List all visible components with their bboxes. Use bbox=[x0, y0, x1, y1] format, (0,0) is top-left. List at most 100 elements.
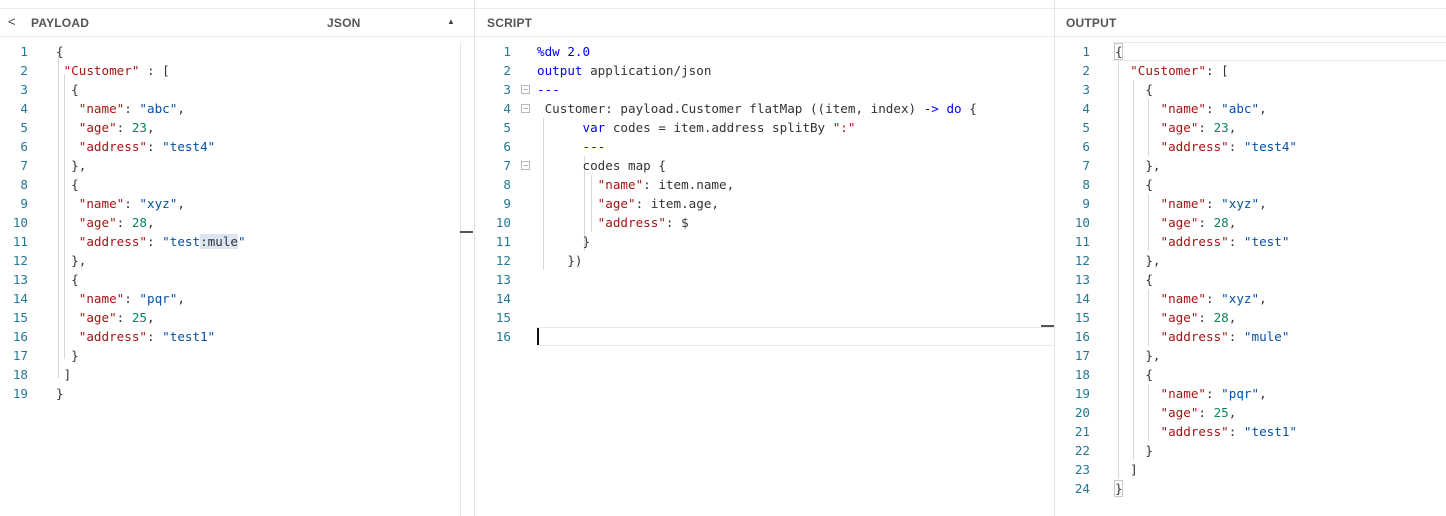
code-line[interactable]: 8 { bbox=[1055, 175, 1446, 194]
code-line[interactable]: 17 }, bbox=[1055, 346, 1446, 365]
code-line[interactable]: 11 } bbox=[475, 232, 1054, 251]
line-number: 6 bbox=[503, 139, 511, 154]
code-line[interactable]: 7 }, bbox=[1055, 156, 1446, 175]
fold-toggle-icon[interactable]: − bbox=[521, 161, 530, 170]
code-line[interactable]: 11 "address": "test" bbox=[1055, 232, 1446, 251]
code-line[interactable]: 9 "name": "xyz", bbox=[1055, 194, 1446, 213]
code-line[interactable]: 22 } bbox=[1055, 441, 1446, 460]
code-line[interactable]: 18 ] bbox=[0, 365, 474, 384]
code-line[interactable]: 3 { bbox=[1055, 80, 1446, 99]
code-token: }, bbox=[1115, 253, 1161, 268]
line-number: 13 bbox=[1074, 272, 1090, 287]
code-line[interactable]: 8 "name": item.name, bbox=[475, 175, 1054, 194]
caret-up-icon[interactable]: ▲ bbox=[447, 17, 455, 26]
code-line[interactable]: 11 "address": "test:mule" bbox=[0, 232, 474, 251]
line-number: 6 bbox=[20, 139, 28, 154]
code-line[interactable]: 4 "name": "abc", bbox=[1055, 99, 1446, 118]
code-line[interactable]: 12 }, bbox=[0, 251, 474, 270]
code-text: } bbox=[1115, 441, 1153, 460]
code-line[interactable]: 24} bbox=[1055, 479, 1446, 498]
code-line[interactable]: 16 "address": "test1" bbox=[0, 327, 474, 346]
code-text: %dw 2.0 bbox=[537, 42, 590, 61]
code-line[interactable]: 14 bbox=[475, 289, 1054, 308]
code-token: ":" bbox=[832, 120, 856, 135]
code-line[interactable]: 9 "name": "xyz", bbox=[0, 194, 474, 213]
line-number: 8 bbox=[503, 177, 511, 192]
code-line[interactable]: 4 Customer: payload.Customer flatMap ((i… bbox=[475, 99, 1054, 118]
code-line[interactable]: 3 --- − bbox=[475, 80, 1054, 99]
code-text: "address": "test1" bbox=[1115, 422, 1298, 441]
code-line[interactable]: 10 "age": 28, bbox=[1055, 213, 1446, 232]
code-line[interactable]: 9 "age": item.age, bbox=[475, 194, 1054, 213]
code-text: "name": "xyz", bbox=[56, 194, 185, 213]
code-line[interactable]: 15 "age": 25, bbox=[0, 308, 474, 327]
code-token: , bbox=[177, 101, 185, 116]
code-line[interactable]: 21 "address": "test1" bbox=[1055, 422, 1446, 441]
code-line[interactable]: 15 bbox=[475, 308, 1054, 327]
line-number: 19 bbox=[12, 386, 28, 401]
code-line[interactable]: 5 "age": 23, bbox=[1055, 118, 1446, 137]
back-chevron-icon[interactable]: < bbox=[8, 14, 16, 29]
code-line[interactable]: 13 bbox=[475, 270, 1054, 289]
code-line[interactable]: 14 "name": "pqr", bbox=[0, 289, 474, 308]
code-line[interactable]: 6 "address": "test4" bbox=[1055, 137, 1446, 156]
code-line[interactable]: 5 "age": 23, bbox=[0, 118, 474, 137]
payload-scrollbar[interactable] bbox=[460, 42, 461, 516]
output-editor[interactable]: 1{2 "Customer": [3 {4 "name": "abc", 5 "a… bbox=[1055, 42, 1446, 516]
code-line[interactable]: 2 "Customer": [ bbox=[1055, 61, 1446, 80]
code-token: "address" bbox=[78, 329, 147, 344]
output-header: OUTPUT bbox=[1055, 8, 1446, 37]
code-line[interactable]: 18 { bbox=[1055, 365, 1446, 384]
code-line[interactable]: 12 }) bbox=[475, 251, 1054, 270]
code-text: { bbox=[56, 42, 64, 61]
code-token: { bbox=[1115, 177, 1153, 192]
fold-toggle-icon[interactable]: − bbox=[521, 85, 530, 94]
code-line[interactable]: 7 codes map {− bbox=[475, 156, 1054, 175]
code-line[interactable]: 1{ bbox=[1055, 42, 1446, 61]
code-text: "age": 28, bbox=[1115, 308, 1237, 327]
code-text: "name": "abc", bbox=[56, 99, 185, 118]
payload-editor[interactable]: 1{2 "Customer" : [3 {4 "name": "abc", 5 "… bbox=[0, 42, 474, 516]
code-token: : bbox=[1206, 386, 1222, 401]
script-scroll-thumb[interactable] bbox=[1041, 325, 1054, 327]
code-token: %dw 2.0 bbox=[537, 44, 591, 59]
code-token: , bbox=[1228, 405, 1237, 420]
code-line[interactable]: 5 var codes = item.address splitBy ":" bbox=[475, 118, 1054, 137]
script-editor[interactable]: 1 %dw 2.0 2 output application/json 3 --- −4 C… bbox=[475, 42, 1054, 516]
code-line[interactable]: 1{ bbox=[0, 42, 474, 61]
code-line[interactable]: 20 "age": 25, bbox=[1055, 403, 1446, 422]
line-number: 2 bbox=[1082, 63, 1090, 78]
payload-format-select[interactable]: JSON bbox=[327, 16, 360, 30]
code-line[interactable]: 7 }, bbox=[0, 156, 474, 175]
code-line[interactable]: 17 } bbox=[0, 346, 474, 365]
code-line[interactable]: 19} bbox=[0, 384, 474, 403]
code-line[interactable]: 1 %dw 2.0 bbox=[475, 42, 1054, 61]
payload-scroll-thumb[interactable] bbox=[460, 231, 473, 233]
code-token: var bbox=[582, 120, 606, 135]
code-line[interactable]: 4 "name": "abc", bbox=[0, 99, 474, 118]
code-line[interactable]: 19 "name": "pqr", bbox=[1055, 384, 1446, 403]
code-line[interactable]: 8 { bbox=[0, 175, 474, 194]
code-line[interactable]: 16 bbox=[475, 327, 1054, 346]
code-line[interactable]: 6 "address": "test4" bbox=[0, 137, 474, 156]
code-line[interactable]: 15 "age": 28, bbox=[1055, 308, 1446, 327]
code-line[interactable]: 2 "Customer" : [ bbox=[0, 61, 474, 80]
code-line[interactable]: 6 --- bbox=[475, 137, 1054, 156]
code-token: codes map { bbox=[537, 158, 666, 173]
code-token: : bbox=[116, 215, 132, 230]
code-line[interactable]: 13 { bbox=[1055, 270, 1446, 289]
code-line[interactable]: 13 { bbox=[0, 270, 474, 289]
code-line[interactable]: 3 { bbox=[0, 80, 474, 99]
code-line[interactable]: 10 "address": $ bbox=[475, 213, 1054, 232]
code-line[interactable]: 23 ] bbox=[1055, 460, 1446, 479]
code-line[interactable]: 14 "name": "xyz", bbox=[1055, 289, 1446, 308]
fold-toggle-icon[interactable]: − bbox=[521, 104, 530, 113]
code-text: }, bbox=[1115, 156, 1160, 175]
code-token: ] bbox=[1115, 462, 1138, 477]
code-line[interactable]: 10 "age": 28, bbox=[0, 213, 474, 232]
payload-title: PAYLOAD bbox=[31, 16, 90, 30]
code-line[interactable]: 16 "address": "mule" bbox=[1055, 327, 1446, 346]
code-line[interactable]: 12 }, bbox=[1055, 251, 1446, 270]
code-line[interactable]: 2 output application/json bbox=[475, 61, 1054, 80]
